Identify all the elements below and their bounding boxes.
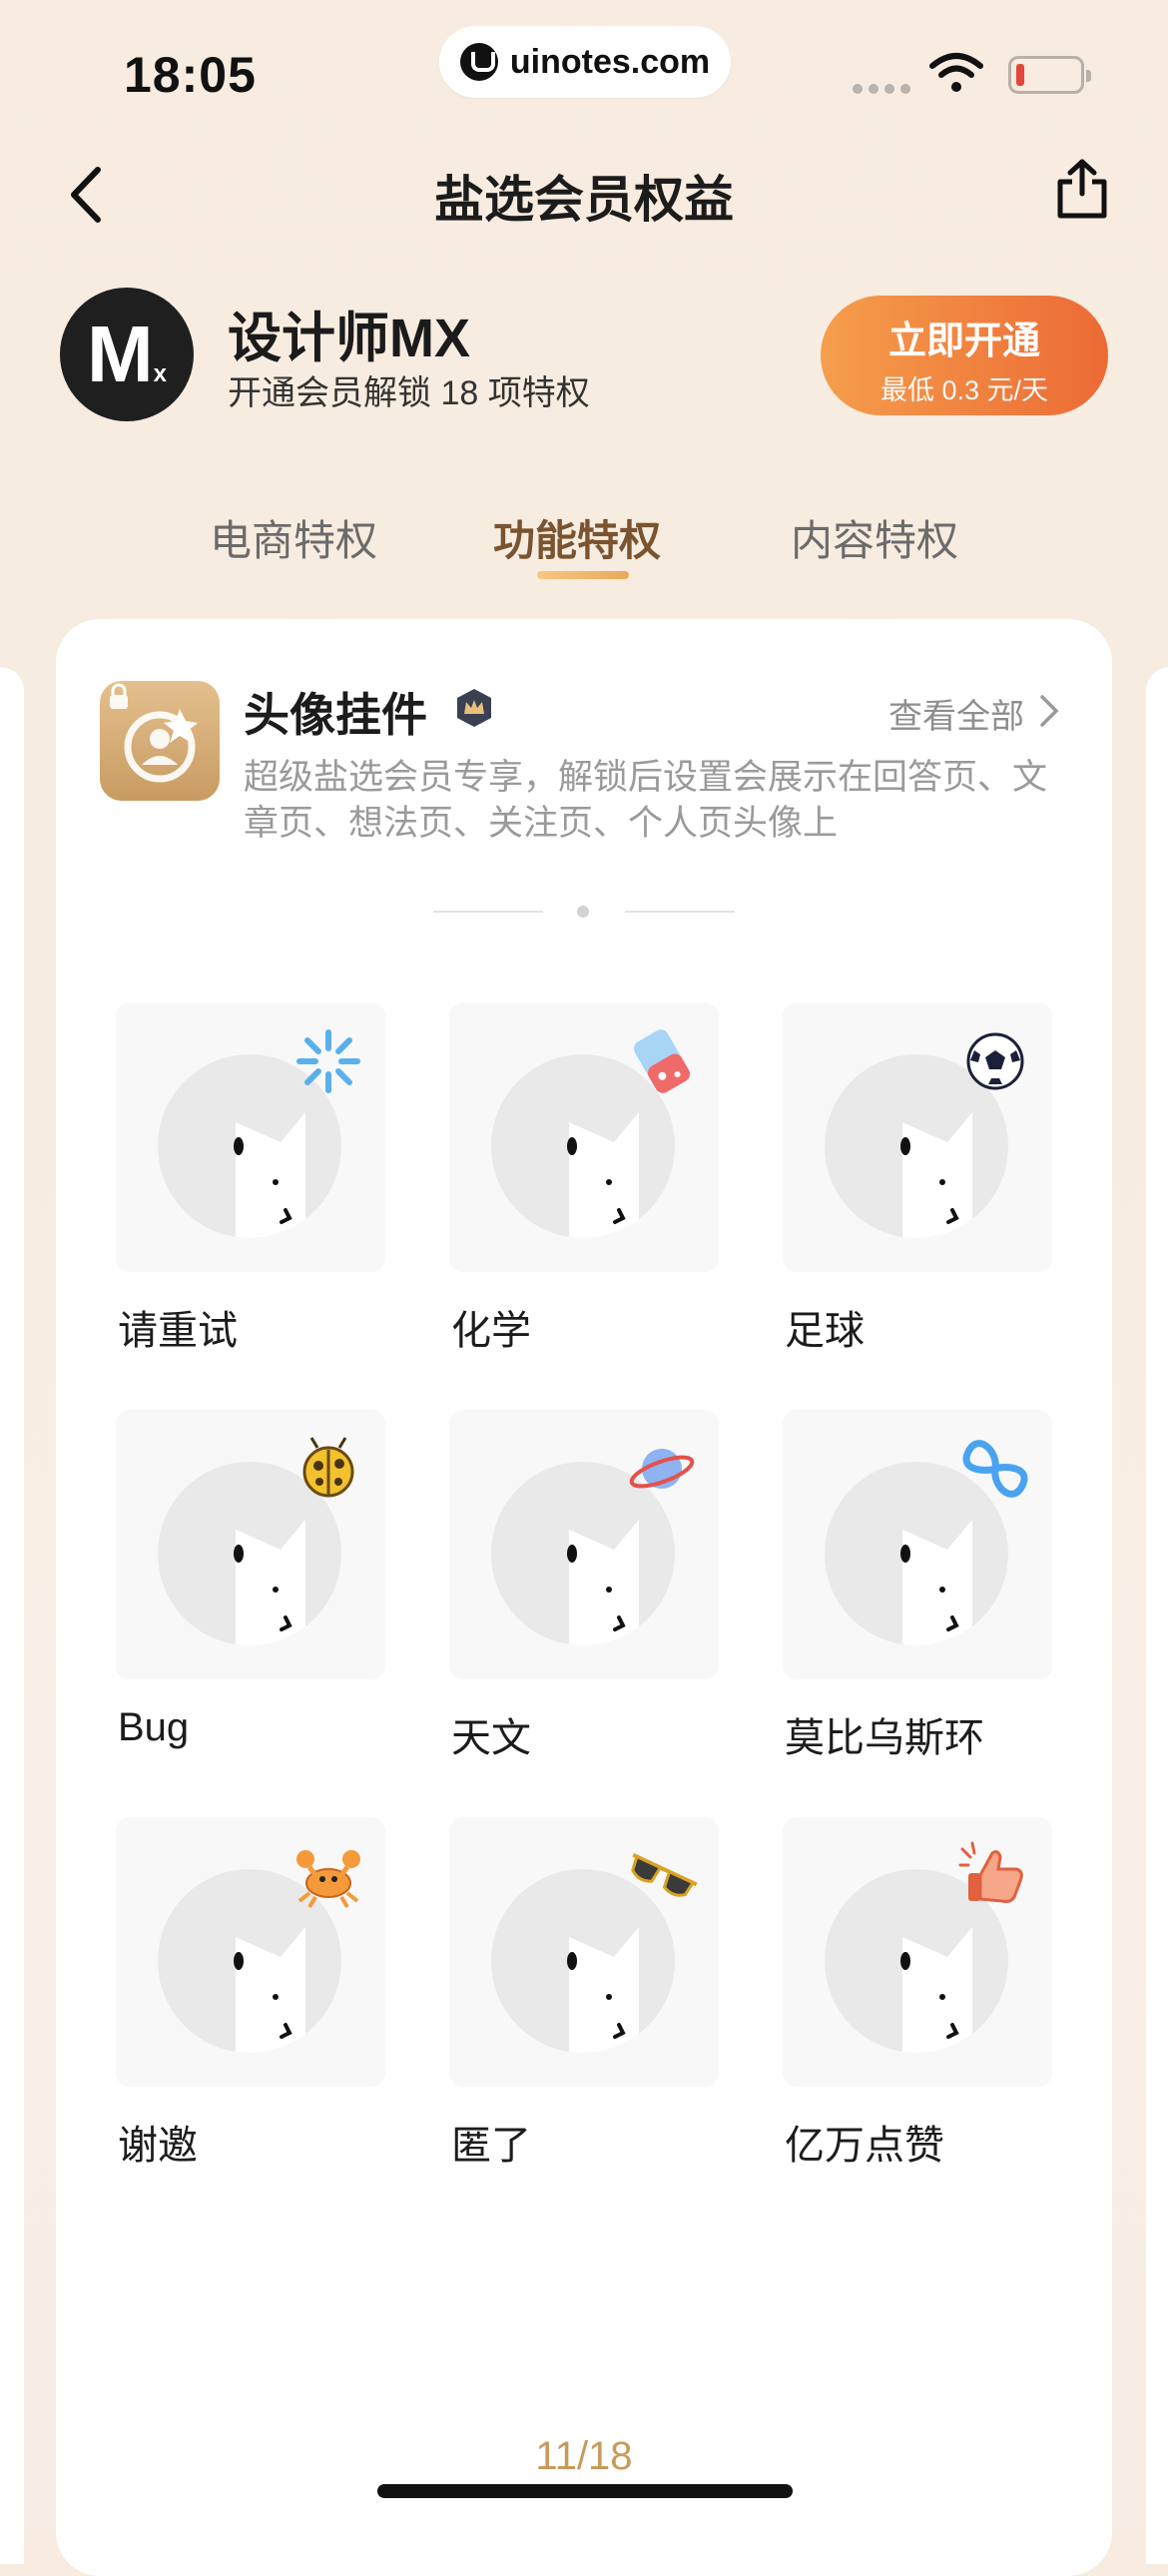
sparkle-icon — [296, 1029, 360, 1093]
pendant-preview — [449, 1817, 719, 2087]
avatar[interactable]: Mx — [60, 288, 194, 421]
tab-ecommerce[interactable]: 电商特权 — [210, 507, 377, 568]
pendant-label: 请重试 — [118, 1309, 238, 1353]
share-icon[interactable] — [1054, 158, 1110, 220]
pendant-item[interactable]: 匿了 — [449, 1817, 719, 2225]
pendant-preview — [783, 1817, 1052, 2087]
pendant-label: Bug — [118, 1705, 190, 1749]
battery-icon — [1008, 56, 1091, 94]
url-pill[interactable]: uinotes.com — [439, 26, 731, 98]
tab-function[interactable]: 功能特权 — [493, 507, 661, 568]
sunglasses-icon — [631, 1853, 698, 1897]
site-logo-icon — [459, 43, 498, 81]
avatar-sub: x — [153, 360, 167, 387]
crab-icon — [296, 1850, 360, 1909]
pendant-label: 化学 — [451, 1309, 531, 1353]
divider-left — [433, 911, 543, 913]
home-indicator[interactable] — [377, 2484, 793, 2498]
member-subtitle: 开通会员解锁 18 项特权 — [228, 374, 590, 412]
soccer-ball-icon — [966, 1032, 1024, 1090]
pendant-grid: 请重试 化学 足球 Bug 天文 莫比乌斯环 谢邀 匿了 亿万点赞 — [116, 1002, 1052, 2225]
pendant-preview — [783, 1002, 1052, 1272]
pendant-preview — [116, 1410, 385, 1679]
pendant-preview — [449, 1002, 719, 1272]
avatar-initial: M — [87, 310, 154, 398]
feature-title: 头像挂件 — [244, 689, 427, 741]
pendant-label: 天文 — [451, 1716, 531, 1760]
pendant-item[interactable]: 请重试 — [116, 1002, 385, 1410]
active-tab-indicator — [537, 571, 629, 579]
divider-right — [625, 911, 735, 913]
pendant-label: 谢邀 — [118, 2124, 198, 2168]
page-title: 盐选会员权益 — [434, 172, 734, 228]
pendant-item[interactable]: 足球 — [783, 1002, 1052, 1410]
avatar-pendant-feature-icon — [100, 681, 220, 801]
url-text: uinotes.com — [509, 42, 711, 81]
pendant-item[interactable]: Bug — [116, 1410, 385, 1817]
feature-description: 超级盐选会员专享，解锁后设置会展示在回答页、文章页、想法页、关注页、个人页头像上 — [244, 758, 1048, 843]
beaker-icon — [633, 1029, 691, 1093]
pendant-label: 莫比乌斯环 — [785, 1716, 984, 1760]
pendant-label: 匿了 — [451, 2124, 531, 2168]
divider-dot — [577, 906, 589, 918]
page-indicator: 11/18 — [535, 2434, 633, 2478]
planet-icon — [629, 1449, 695, 1489]
open-button-label: 立即开通 — [887, 321, 1040, 362]
crown-icon — [457, 689, 491, 727]
pendant-label: 亿万点赞 — [785, 2124, 944, 2168]
wifi-icon — [929, 53, 983, 92]
tab-content[interactable]: 内容特权 — [791, 507, 958, 568]
prev-card-peek[interactable] — [0, 667, 24, 2564]
pendant-item[interactable]: 化学 — [449, 1002, 719, 1410]
pendant-label: 足球 — [785, 1309, 865, 1353]
pendant-item[interactable]: 谢邀 — [116, 1817, 385, 2225]
pendant-preview — [449, 1410, 719, 1679]
chevron-right-icon[interactable] — [1038, 693, 1060, 729]
member-name: 设计师MX — [228, 309, 470, 368]
next-card-peek[interactable] — [1146, 667, 1168, 2564]
pendant-item[interactable]: 莫比乌斯环 — [783, 1410, 1052, 1817]
pendant-preview — [116, 1002, 385, 1272]
pendant-preview — [116, 1817, 385, 2087]
thumbs-up-icon — [958, 1841, 1023, 1903]
open-membership-button[interactable]: 立即开通 最低 0.3 元/天 — [821, 296, 1108, 415]
pendant-item[interactable]: 亿万点赞 — [783, 1817, 1052, 2225]
status-time: 18:05 — [124, 47, 257, 103]
pendant-preview — [783, 1410, 1052, 1679]
see-all-link[interactable]: 查看全部 — [888, 689, 1024, 738]
open-button-price: 最低 0.3 元/天 — [879, 375, 1049, 405]
signal-icon — [853, 84, 910, 94]
pendant-item[interactable]: 天文 — [449, 1410, 719, 1817]
mobius-ring-icon — [962, 1440, 1028, 1498]
ladybug-icon — [302, 1437, 354, 1498]
